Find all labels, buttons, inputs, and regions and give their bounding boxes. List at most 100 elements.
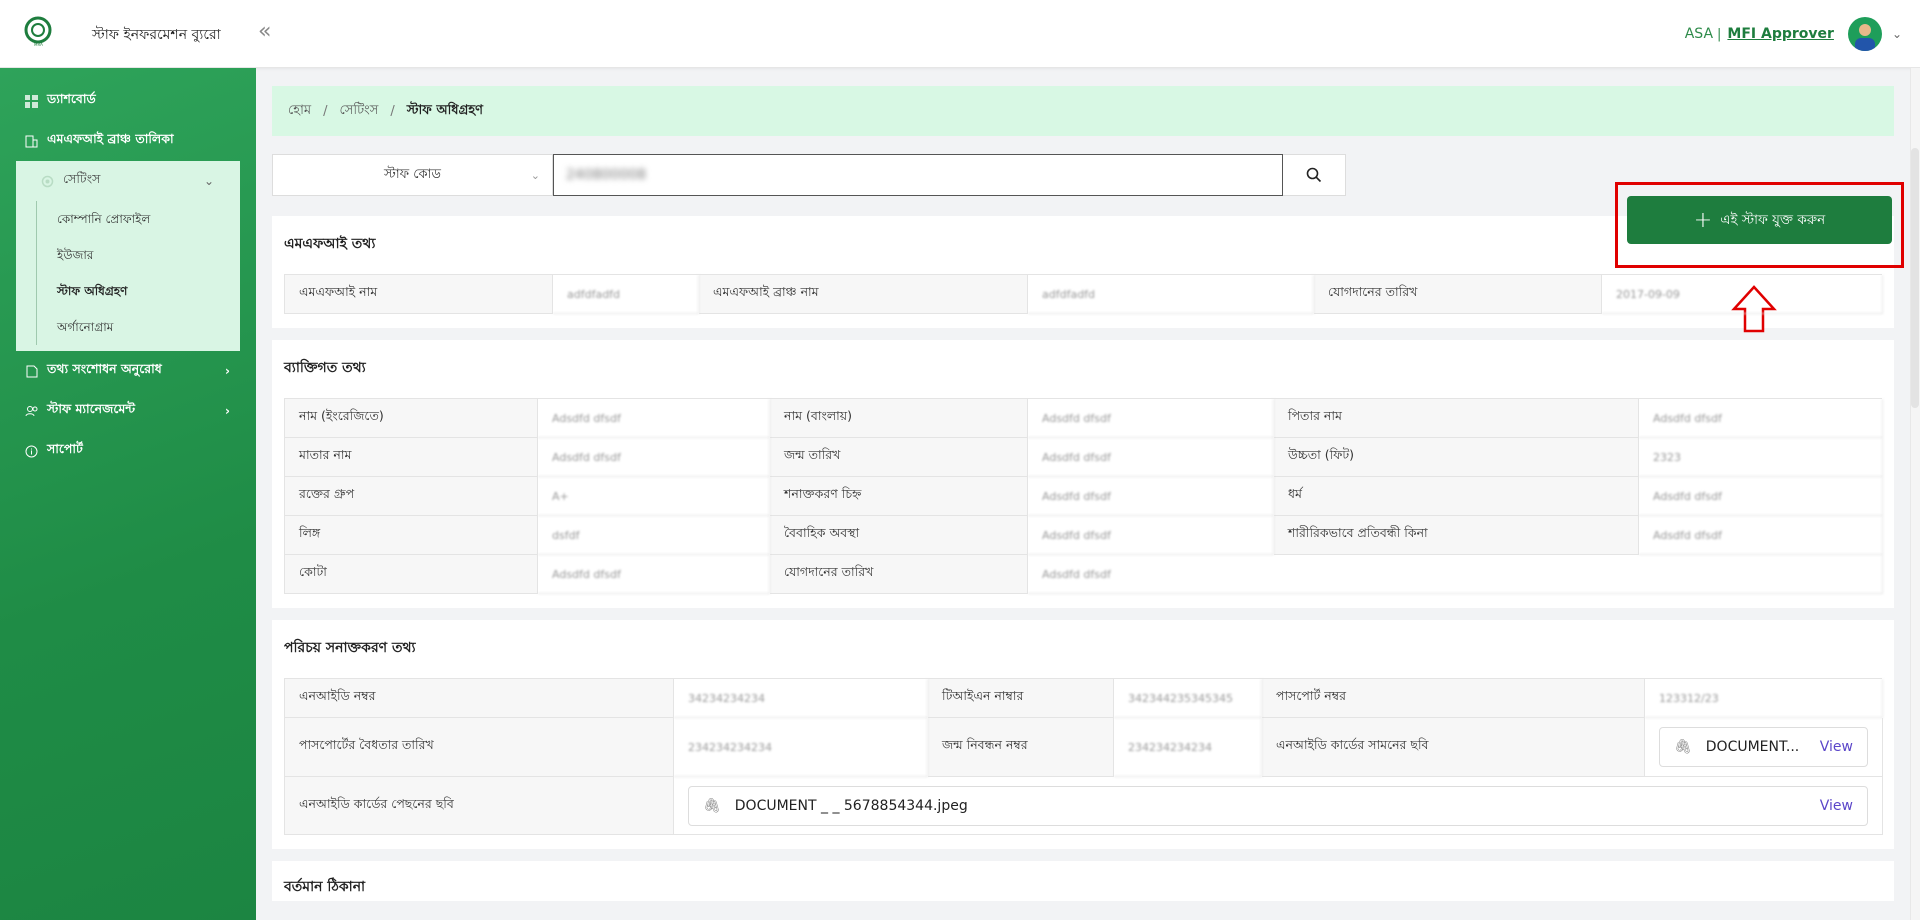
view-link[interactable]: View [1820, 798, 1853, 814]
breadcrumb-current: স্টাফ অধিগ্রহণ [406, 102, 484, 118]
breadcrumb-settings[interactable]: সেটিংস [339, 101, 378, 122]
settings-submenu: সেটিংস ⌄ কোম্পানি প্রোফাইল ইউজার স্টাফ অ… [16, 161, 240, 351]
field-value: adfdfadfd [1028, 275, 1314, 314]
nid-front-attachment-cell: 🖇 DOCUMENT... View [1645, 718, 1883, 777]
sidebar-item-correction-request[interactable]: তথ্য সংশোধন অনুরোধ › [0, 351, 256, 391]
section-title: ব্যাক্তিগত তথ্য [284, 360, 366, 376]
main-content: হোম / সেটিংস / স্টাফ অধিগ্রহণ স্টাফ কোড … [272, 86, 1904, 901]
user-menu[interactable]: ASA | MFI Approver ⌄ [1685, 16, 1902, 52]
field-value: dsfdf [538, 516, 770, 555]
sidebar-subitem-company-profile[interactable]: কোম্পানি প্রোফাইল [37, 201, 240, 237]
field-label: পিতার নাম [1274, 399, 1639, 438]
user-role[interactable]: MFI Approver [1727, 26, 1834, 42]
field-value: adfdfadfd [553, 275, 699, 314]
add-staff-button[interactable]: + এই স্টাফ যুক্ত করুন [1627, 196, 1892, 244]
people-icon [24, 404, 39, 419]
field-label: জন্ম তারিখ [770, 438, 1028, 477]
field-label: জন্ম নিবন্ধন নম্বর [928, 718, 1114, 777]
collapse-sidebar-icon[interactable]: « [258, 19, 271, 44]
field-value: Adsdfd dfsdf [1028, 516, 1274, 555]
nid-back-attachment-cell: 🖇 DOCUMENT _ _ 5678854344.jpeg View [674, 777, 1883, 835]
breadcrumb-separator: / [390, 103, 395, 119]
section-title: পরিচয় সনাক্তকরণ তথ্য [284, 640, 416, 656]
field-label: মাতার নাম [285, 438, 538, 477]
field-value: 34234234234 [674, 679, 928, 718]
user-separator: | [1717, 26, 1722, 42]
field-value: Adsdfd dfsdf [538, 555, 770, 594]
attachment-filename: DOCUMENT... [1705, 739, 1800, 755]
field-value: Adsdfd dfsdf [1028, 399, 1274, 438]
sidebar-item-branch-list[interactable]: এমএফআই ব্রাঞ্চ তালিকা [0, 121, 256, 161]
search-button[interactable] [1283, 154, 1346, 196]
settings-icon [40, 174, 55, 189]
plus-icon: + [1693, 207, 1713, 233]
field-label: উচ্চতা (ফিট) [1274, 438, 1639, 477]
nid-back-attachment: 🖇 DOCUMENT _ _ 5678854344.jpeg View [688, 785, 1868, 826]
sidebar-item-staff-management[interactable]: স্টাফ ম্যানেজমেন্ট › [0, 391, 256, 431]
field-label: শারীরিকভাবে প্রতিবন্ধী কিনা [1274, 516, 1639, 555]
sidebar-item-label: সেটিংস [63, 171, 101, 186]
staff-code-input[interactable]: 240800008 [553, 154, 1283, 196]
field-value: Adsdfd dfsdf [1639, 477, 1883, 516]
search-type-label: স্টাফ কোড [384, 166, 441, 182]
chevron-right-icon: › [225, 404, 230, 418]
personal-info-grid: নাম (ইংরেজিতে) Adsdfd dfsdf নাম (বাংলায়… [284, 398, 1883, 594]
field-label: নাম (বাংলায়) [770, 399, 1028, 438]
attachment-filename: DOCUMENT _ _ 5678854344.jpeg [734, 797, 968, 814]
field-label: যোগদানের তারিখ [770, 555, 1028, 594]
current-address-card: বর্তমান ঠিকানা [272, 861, 1894, 901]
field-label: পাসপোর্ট নম্বর [1262, 679, 1645, 718]
search-icon [1306, 167, 1322, 183]
search-type-select[interactable]: স্টাফ কোড ⌄ [272, 154, 553, 196]
sidebar-item-dashboard[interactable]: ড্যাশবোর্ড [0, 81, 256, 121]
field-label: পাসপোর্টের বৈধতার তারিখ [285, 718, 674, 777]
sidebar-subitem-staff-acquisition[interactable]: স্টাফ অধিগ্রহণ [37, 273, 240, 309]
section-title: বর্তমান ঠিকানা [284, 879, 366, 895]
sidebar-item-label: এমএফআই ব্রাঞ্চ তালিকা [47, 131, 174, 146]
top-header: MRA স্টাফ ইনফরমেশন ব্যুরো « ASA | MFI Ap… [0, 0, 1920, 68]
search-row: স্টাফ কোড ⌄ 240800008 + এই স্টাফ যুক্ত ক… [272, 136, 1904, 333]
add-staff-label: এই স্টাফ যুক্ত করুন [1720, 211, 1826, 228]
field-label: এনআইডি কার্ডের সামনের ছবি [1262, 718, 1645, 777]
breadcrumb: হোম / সেটিংস / স্টাফ অধিগ্রহণ [272, 86, 1894, 136]
paperclip-icon: 🖇 [1674, 739, 1692, 755]
chevron-down-icon[interactable]: ⌄ [1892, 27, 1902, 41]
sidebar-item-label: সাপোর্ট [47, 441, 83, 456]
avatar[interactable] [1847, 17, 1882, 51]
sidebar-item-label: তথ্য সংশোধন অনুরোধ [47, 361, 162, 376]
paperclip-icon: 🖇 [703, 797, 721, 814]
breadcrumb-home[interactable]: হোম [288, 101, 311, 122]
sidebar-subitem-user[interactable]: ইউজার [37, 237, 240, 273]
scrollbar-thumb[interactable] [1911, 148, 1919, 408]
document-icon [24, 364, 39, 379]
field-value: 123312/23 [1645, 679, 1883, 718]
field-value: Adsdfd dfsdf [538, 399, 770, 438]
sidebar-item-support[interactable]: সাপোর্ট [0, 431, 256, 471]
field-label: ধর্ম [1274, 477, 1639, 516]
field-label: টিআইএন নাম্বার [928, 679, 1114, 718]
field-label: এনআইডি নম্বর [285, 679, 674, 718]
identity-info-grid: এনআইডি নম্বর 34234234234 টিআইএন নাম্বার … [284, 678, 1883, 835]
field-value: 34234423534534​5 [1114, 679, 1262, 718]
field-label: বৈবাহিক অবস্থা [770, 516, 1028, 555]
sidebar-subitem-organogram[interactable]: অর্গানোগ্রাম [37, 309, 240, 345]
mra-logo: MRA [24, 16, 52, 47]
info-icon [24, 444, 39, 459]
field-value: 234234234234 [674, 718, 928, 777]
field-label: শনাক্তকরণ চিহ্ন [770, 477, 1028, 516]
identity-info-card: পরিচয় সনাক্তকরণ তথ্য এনআইডি নম্বর 34234… [272, 620, 1894, 849]
field-value: 234234234234 [1114, 718, 1262, 777]
field-label: নাম (ইংরেজিতে) [285, 399, 538, 438]
sidebar-item-settings[interactable]: সেটিংস ⌄ [16, 161, 240, 201]
field-label: রক্তের গ্রুপ [285, 477, 538, 516]
page-scrollbar[interactable] [1910, 68, 1920, 920]
sidebar: ড্যাশবোর্ড এমএফআই ব্রাঞ্চ তালিকা সেটিংস … [0, 68, 256, 920]
svg-text:MRA: MRA [34, 42, 43, 47]
dashboard-icon [24, 94, 39, 109]
mfi-info-grid: এমএফআই নাম adfdfadfd এমএফআই ব্রাঞ্চ নাম … [284, 274, 1883, 314]
field-value: A+ [538, 477, 770, 516]
app-name: স্টাফ ইনফরমেশন ব্যুরো [92, 27, 221, 43]
view-link[interactable]: View [1820, 739, 1853, 755]
field-value: Adsdfd dfsdf [1639, 399, 1883, 438]
personal-info-card: ব্যাক্তিগত তথ্য নাম (ইংরেজিতে) Adsdfd df… [272, 340, 1894, 608]
